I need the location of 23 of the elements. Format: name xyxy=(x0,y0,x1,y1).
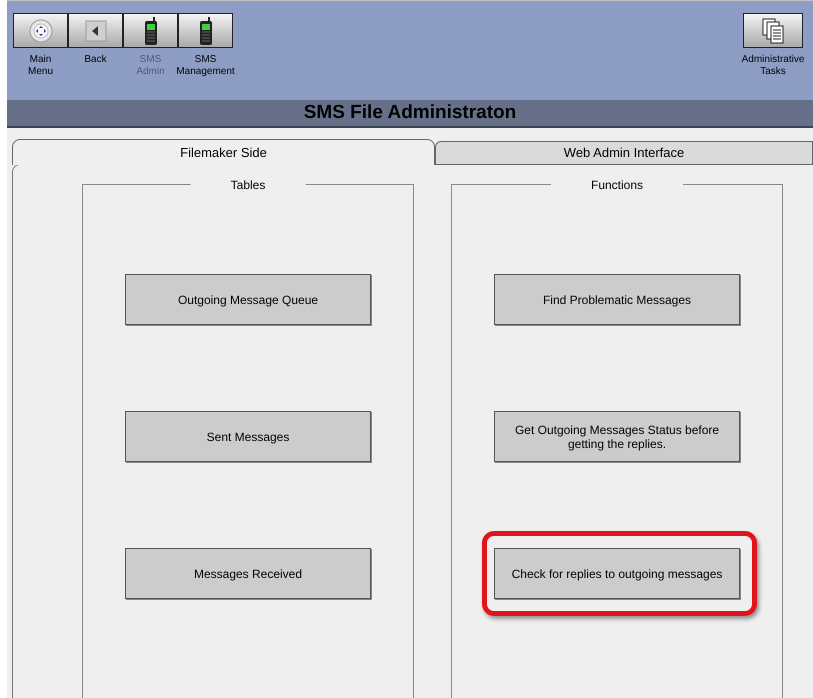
documents-icon xyxy=(761,18,785,44)
tab[interactable]: Filemaker Side xyxy=(12,139,435,165)
action-button[interactable]: Get Outgoing Messages Status before getting the replies. xyxy=(494,411,740,462)
toolbar-button[interactable] xyxy=(178,13,233,48)
toolbar-button[interactable] xyxy=(68,13,123,48)
action-button[interactable]: Outgoing Message Queue xyxy=(125,274,371,325)
toolbar-button[interactable] xyxy=(743,13,803,48)
action-button[interactable]: Messages Received xyxy=(125,548,371,599)
phone-icon xyxy=(144,16,158,44)
toolbar-label: Main Menu xyxy=(28,54,53,78)
toolbar-label: SMS Admin xyxy=(136,54,165,78)
action-button[interactable]: Sent Messages xyxy=(125,411,371,462)
toolbar-label: SMS Management xyxy=(176,54,235,78)
page-title: SMS File Administraton xyxy=(304,100,516,125)
action-button[interactable]: Find Problematic Messages xyxy=(494,274,740,325)
toolbar-label: Administrative Tasks xyxy=(742,54,804,78)
navigation-icon xyxy=(28,18,52,42)
toolbar-label: Back xyxy=(84,54,107,66)
action-button[interactable]: Check for replies to outgoing messages xyxy=(494,548,740,599)
toolbar-button[interactable] xyxy=(13,13,68,48)
back-icon xyxy=(84,20,106,42)
tab[interactable]: Web Admin Interface xyxy=(435,141,813,165)
phone-icon xyxy=(198,16,212,44)
